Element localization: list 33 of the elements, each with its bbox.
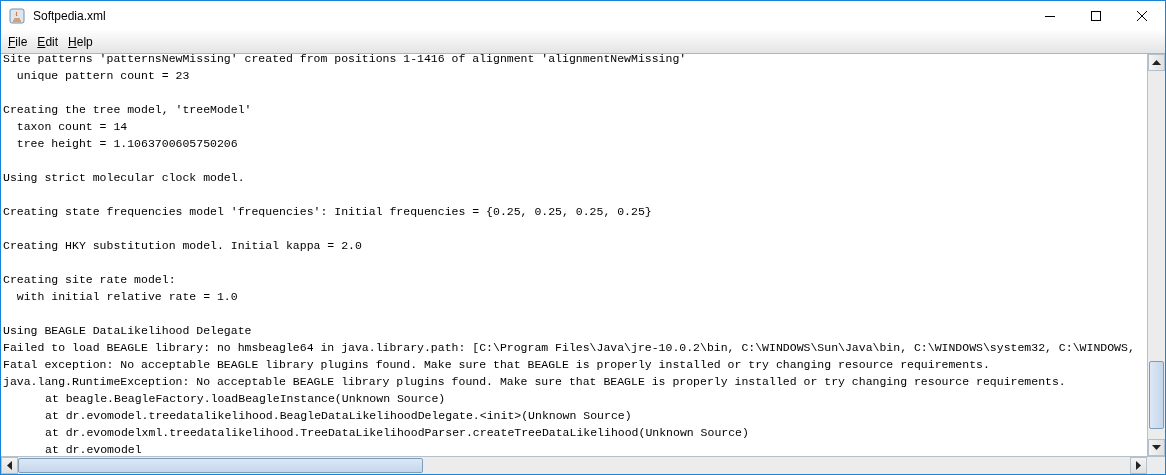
log-line: unique pattern count = 23 bbox=[15, 69, 190, 82]
log-line: Creating HKY substitution model. Initial kappa = 2.0 bbox=[3, 239, 362, 252]
log-line: Using strict molecular clock model. bbox=[3, 171, 245, 184]
menu-item[interactable]: File bbox=[3, 33, 33, 51]
log-line: taxon count = 14 bbox=[15, 120, 128, 133]
log-line: Creating state frequencies model 'frequencies': Initial frequencies = {0.25, 0.25, 0.25, 0.25} bbox=[3, 205, 652, 218]
log-line: Creating site rate model: bbox=[3, 273, 176, 286]
vertical-scrollbar[interactable] bbox=[1147, 54, 1165, 456]
down-arrow-icon bbox=[1152, 445, 1161, 450]
log-line: tree height = 1.1063700605750206 bbox=[15, 137, 238, 150]
close-icon bbox=[1136, 10, 1148, 22]
horizontal-scrollbar[interactable] bbox=[1, 456, 1165, 474]
log-line: Creating the tree model, 'treeModel' bbox=[3, 103, 252, 116]
scrollbar-thumb[interactable] bbox=[1149, 361, 1164, 429]
java-app-icon bbox=[9, 8, 25, 24]
window-title: Softpedia.xml bbox=[33, 9, 106, 23]
log-line: at dr.evomodelxml.treedatalikelihood.TreeDataLikelihoodParser.createTreeDataLikelihood(Unknown Source) bbox=[45, 426, 749, 439]
left-arrow-icon bbox=[7, 461, 12, 470]
maximize-icon bbox=[1090, 10, 1102, 22]
log-line: Site patterns 'patternsNewMissing' created from positions 1-1416 of alignment 'alignmentNewMissing' bbox=[3, 52, 687, 65]
menu-item[interactable]: Edit bbox=[32, 33, 64, 51]
log-line: with initial relative rate = 1.0 bbox=[15, 290, 238, 303]
log-line: Fatal exception: No acceptable BEAGLE library plugins found. Make sure that BEAGLE is properly installed or try changing resource requirements. bbox=[3, 358, 990, 371]
menu-item[interactable]: Help bbox=[63, 33, 98, 51]
log-line: Failed to load BEAGLE library: no hmsbeagle64 in java.library.path: [C:\Program Files\Java\jre-10.0.2\bin, C:\WINDOWS\Sun\Java\bin, C:\WINDOWS\system32, C:\WINDOWS, bbox=[3, 341, 1135, 354]
up-arrow-icon bbox=[1152, 60, 1161, 65]
log-line: at dr.evomodel bbox=[45, 443, 142, 456]
scrollbar-thumb[interactable] bbox=[18, 458, 423, 473]
right-arrow-icon bbox=[1136, 461, 1141, 470]
log-line: java.lang.RuntimeException: No acceptable BEAGLE library plugins found. Make sure that BEAGLE is properly installed or try changing resource requirements. bbox=[3, 375, 1066, 388]
log-line: at dr.evomodel.treedatalikelihood.BeagleDataLikelihoodDelegate.<init>(Unknown Source) bbox=[45, 409, 632, 422]
log-line: Using BEAGLE DataLikelihood Delegate bbox=[3, 324, 252, 337]
log-line: at beagle.BeagleFactory.loadBeagleInstance(Unknown Source) bbox=[45, 392, 446, 405]
